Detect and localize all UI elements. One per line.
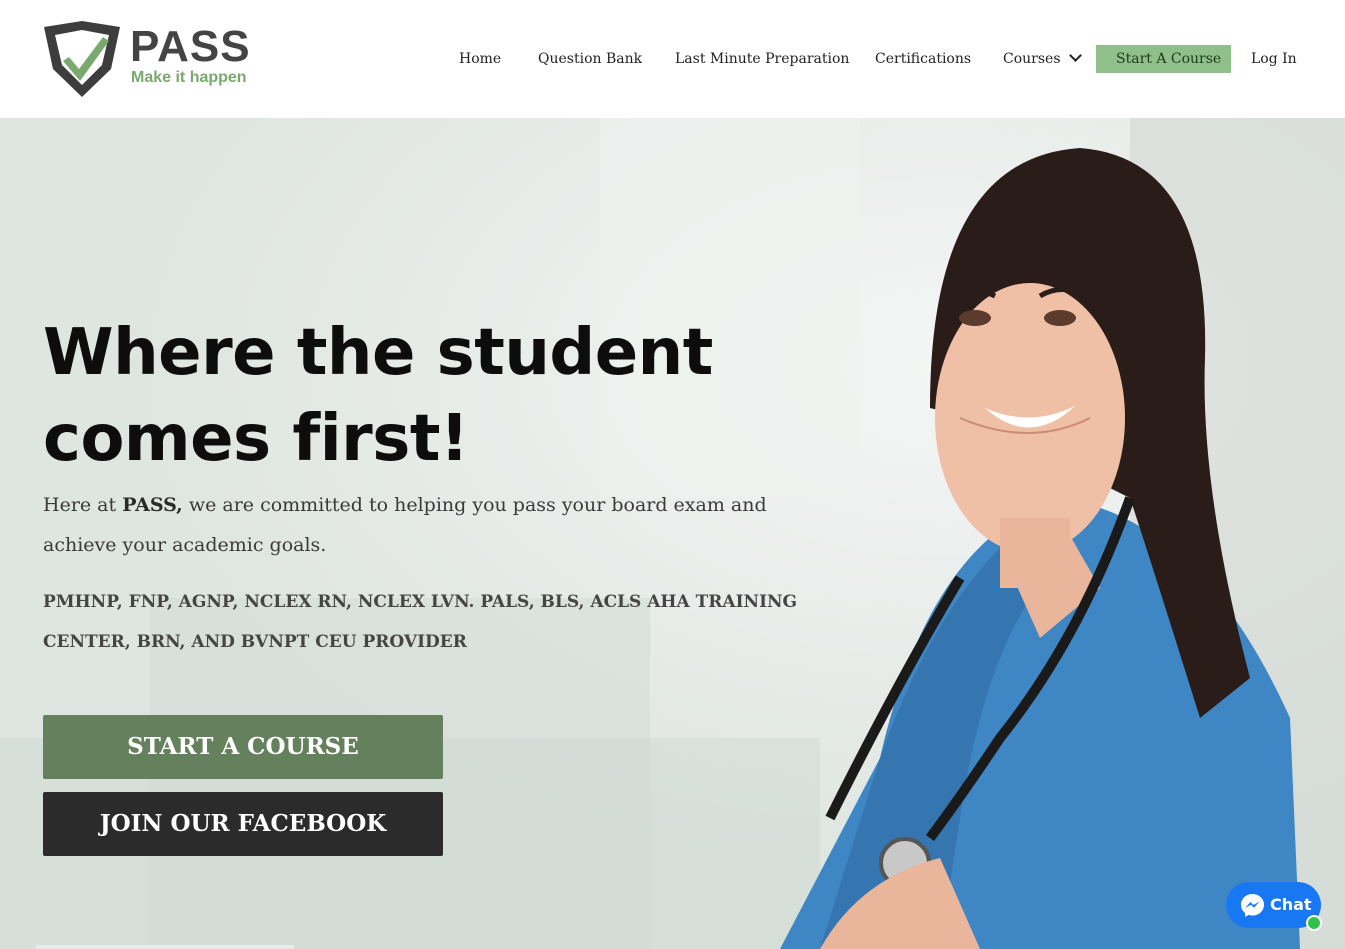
logo-title: PASS [130, 22, 251, 71]
hero-desc-brand: PASS, [122, 494, 183, 516]
hero-description: Here at PASS, we are committed to helpin… [43, 485, 843, 565]
site-header: PASS Make it happen Home Question Bank L… [0, 0, 1345, 118]
shield-check-icon [44, 21, 120, 97]
nav-log-in[interactable]: Log In [1251, 45, 1297, 73]
nav-question-bank[interactable]: Question Bank [538, 45, 642, 73]
online-status-dot [1306, 915, 1322, 931]
chat-label: Chat [1270, 895, 1312, 914]
nav-start-a-course-button[interactable]: Start A Course [1096, 45, 1231, 73]
hero-certifications: PMHNP, FNP, AGNP, NCLEX RN, NCLEX LVN. P… [43, 592, 798, 652]
messenger-icon [1241, 894, 1264, 917]
hero-heading: Where the student comes first! [43, 310, 843, 482]
join-facebook-button[interactable]: JOIN OUR FACEBOOK [43, 792, 443, 856]
scroll-indicator [36, 945, 294, 949]
logo-tagline: Make it happen [131, 69, 247, 86]
nav-certifications[interactable]: Certifications [875, 45, 971, 73]
nav-last-minute-preparation[interactable]: Last Minute Preparation [675, 45, 849, 73]
nav-courses-label: Courses [1003, 51, 1061, 67]
chat-button[interactable]: Chat [1226, 882, 1322, 931]
hero-heading-line1: Where the student [43, 316, 713, 390]
nav-courses[interactable]: Courses [1003, 45, 1082, 73]
hero-heading-line2: comes first! [43, 402, 469, 476]
chevron-down-icon [1068, 49, 1082, 62]
hero-section: Where the student comes first! Here at P… [0, 118, 1345, 949]
start-a-course-button[interactable]: START A COURSE [43, 715, 443, 779]
nav-home[interactable]: Home [459, 45, 501, 73]
hero-desc-prefix: Here at [43, 494, 123, 516]
logo[interactable]: PASS Make it happen [41, 19, 251, 99]
